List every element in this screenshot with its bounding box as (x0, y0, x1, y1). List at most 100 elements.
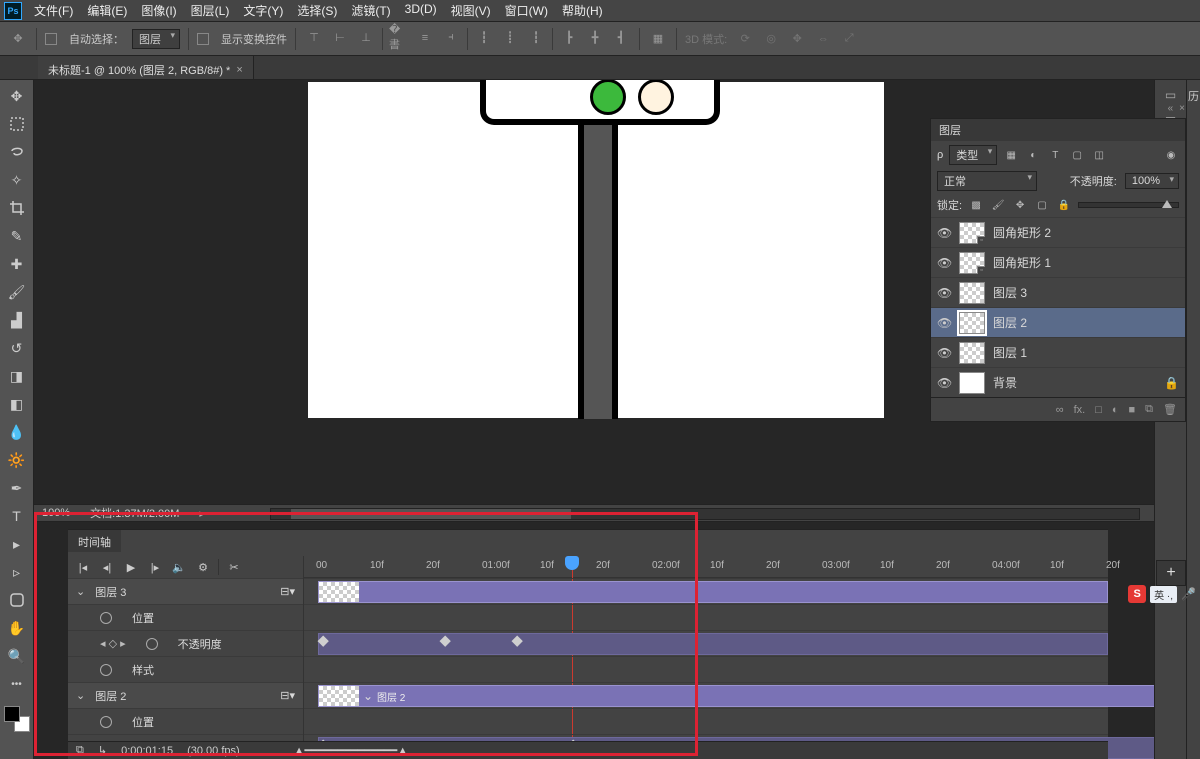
zoom-value[interactable]: 100% (42, 507, 70, 519)
visibility-icon[interactable]: 👁 (937, 256, 951, 270)
align-top-icon[interactable]: ⊤ (304, 28, 324, 48)
menu-edit[interactable]: 编辑(E) (87, 2, 127, 19)
ime-lang[interactable]: 英 ·, (1150, 586, 1177, 603)
layer-thumb[interactable] (959, 282, 985, 304)
link-layers-icon[interactable]: ∞ (1056, 404, 1064, 416)
stopwatch-icon[interactable] (100, 612, 112, 624)
gradient-tool[interactable]: ◧ (4, 392, 30, 416)
timeline-settings-button[interactable]: ⚙ (194, 559, 212, 575)
align-hcenter-icon[interactable]: ≡ (415, 28, 435, 48)
layer-thumb[interactable] (959, 342, 985, 364)
menu-file[interactable]: 文件(F) (34, 2, 73, 19)
menu-select[interactable]: 选择(S) (297, 2, 337, 19)
timeline-layer-header-2[interactable]: ⌄ 图层 2 ⊟▾ (68, 682, 303, 708)
new-layer-icon[interactable]: ⧉ (1145, 403, 1153, 416)
caret-down-icon[interactable]: ⌄ (76, 585, 85, 598)
layer-item[interactable]: 👁 ▫ 圆角矩形 1 (931, 247, 1185, 277)
filter-shape-icon[interactable]: ▢ (1069, 148, 1085, 162)
adjustment-layer-icon[interactable]: ◐ (1112, 404, 1119, 416)
marquee-tool[interactable] (4, 112, 30, 136)
layer-mask-icon[interactable]: □ (1095, 404, 1102, 416)
timeline-ruler[interactable]: 00 10f 20f 01:00f 10f 20f 02:00f 10f 20f… (304, 556, 1108, 578)
document-tab[interactable]: 未标题-1 @ 100% (图层 2, RGB/8#) * × (38, 56, 254, 79)
lock-artboard-icon[interactable]: ▢ (1034, 198, 1050, 212)
path-select-tool[interactable]: ▸ (4, 532, 30, 556)
type-tool[interactable]: T (4, 504, 30, 528)
align-bottom-icon[interactable]: ⊥ (356, 28, 376, 48)
distribute-top-icon[interactable]: ┇ (474, 28, 494, 48)
layer-thumb[interactable]: ▫ (959, 252, 985, 274)
layer-track-options-2[interactable]: ⊟▾ (280, 689, 295, 702)
auto-select-target[interactable]: 图层 (132, 29, 180, 49)
zoom-slider-icon[interactable]: ▲━━━━━━━━━━━━━━▲ (294, 744, 409, 757)
stopwatch-icon[interactable] (100, 664, 112, 676)
lasso-tool[interactable] (4, 140, 30, 164)
edit-toolbar-icon[interactable]: ••• (4, 672, 30, 696)
blend-mode-select[interactable]: 正常 (937, 171, 1037, 191)
tl-prop-position-2[interactable]: 位置 (68, 708, 303, 734)
layer-item[interactable]: 👁 图层 1 (931, 337, 1185, 367)
visibility-icon[interactable]: 👁 (937, 346, 951, 360)
panel-close-icon[interactable]: × (1179, 103, 1185, 114)
lock-all-icon[interactable]: 🔒 (1056, 198, 1072, 212)
zoom-tool[interactable]: 🔍 (4, 644, 30, 668)
hand-tool[interactable]: ✋ (4, 616, 30, 640)
canvas-hscrollbar[interactable] (270, 508, 1140, 520)
direct-select-tool[interactable]: ▹ (4, 560, 30, 584)
visibility-icon[interactable]: 👁 (937, 226, 951, 240)
eraser-tool[interactable]: ◨ (4, 364, 30, 388)
first-frame-button[interactable]: |◂ (74, 559, 92, 575)
prev-frame-button[interactable]: ◂| (98, 559, 116, 575)
distribute-right-icon[interactable]: ┫ (611, 28, 631, 48)
filter-adjust-icon[interactable]: ◐ (1025, 148, 1041, 162)
layer-fx-icon[interactable]: fx. (1074, 404, 1086, 416)
menu-layer[interactable]: 图层(L) (191, 2, 230, 19)
blur-tool[interactable]: 💧 (4, 420, 30, 444)
status-arrow-icon[interactable]: ▸ (199, 507, 205, 520)
panel-collapse-icon[interactable]: « (1168, 103, 1174, 114)
filter-pixel-icon[interactable]: ▦ (1003, 148, 1019, 162)
track-clip-1[interactable] (304, 578, 1108, 604)
stopwatch-icon[interactable] (146, 638, 158, 650)
move-tool-icon[interactable]: ✥ (8, 29, 28, 49)
filter-toggle-icon[interactable]: ◉ (1163, 148, 1179, 162)
layer-filter-kind[interactable]: 类型 (949, 145, 997, 165)
visibility-icon[interactable]: 👁 (937, 376, 951, 390)
delete-layer-icon[interactable]: 🗑 (1163, 403, 1177, 416)
layer-group-icon[interactable]: ■ (1129, 404, 1136, 416)
show-transform-checkbox[interactable] (197, 33, 209, 45)
layer-item[interactable]: 👁 ▫ 圆角矩形 2 (931, 217, 1185, 247)
layer-item[interactable]: 👁 图层 2 (931, 307, 1185, 337)
menu-view[interactable]: 视图(V) (451, 2, 491, 19)
brush-tool[interactable]: 🖌 (4, 280, 30, 304)
next-frame-button[interactable]: |▸ (146, 559, 164, 575)
visibility-icon[interactable]: 👁 (937, 316, 951, 330)
fg-bg-swatch[interactable] (4, 706, 30, 732)
filter-smart-icon[interactable]: ◫ (1091, 148, 1107, 162)
tl-prop-style-1[interactable]: 样式 (68, 656, 303, 682)
menu-type[interactable]: 文字(Y) (243, 2, 283, 19)
align-vcenter-icon[interactable]: ⊢ (330, 28, 350, 48)
distribute-left-icon[interactable]: ┣ (559, 28, 579, 48)
layer-item[interactable]: 👁 图层 3 (931, 277, 1185, 307)
menu-help[interactable]: 帮助(H) (562, 2, 603, 19)
lock-transparent-icon[interactable]: ▩ (968, 198, 984, 212)
shape-tool[interactable] (4, 588, 30, 612)
layer-thumb[interactable] (959, 372, 985, 394)
eyedropper-tool[interactable]: ✎ (4, 224, 30, 248)
tl-prop-opacity-1[interactable]: ◂ ◇ ▸不透明度 (68, 630, 303, 656)
menu-window[interactable]: 窗口(W) (505, 2, 548, 19)
crop-tool[interactable] (4, 196, 30, 220)
stopwatch-icon[interactable] (100, 716, 112, 728)
distribute-vcenter-icon[interactable]: ┋ (500, 28, 520, 48)
timeline-tab[interactable]: 时间轴 (68, 530, 121, 552)
dodge-tool[interactable]: 🔆 (4, 448, 30, 472)
move-tool[interactable]: ✥ (4, 84, 30, 108)
clone-stamp-tool[interactable]: ▟ (4, 308, 30, 332)
layer-thumb[interactable]: ▫ (959, 222, 985, 244)
close-tab-icon[interactable]: × (236, 64, 242, 76)
render-button[interactable]: ↳ (98, 744, 107, 757)
track-area[interactable]: ⌄图层 2 (304, 578, 1108, 741)
visibility-icon[interactable]: 👁 (937, 286, 951, 300)
layer-track-options-1[interactable]: ⊟▾ (280, 585, 295, 598)
